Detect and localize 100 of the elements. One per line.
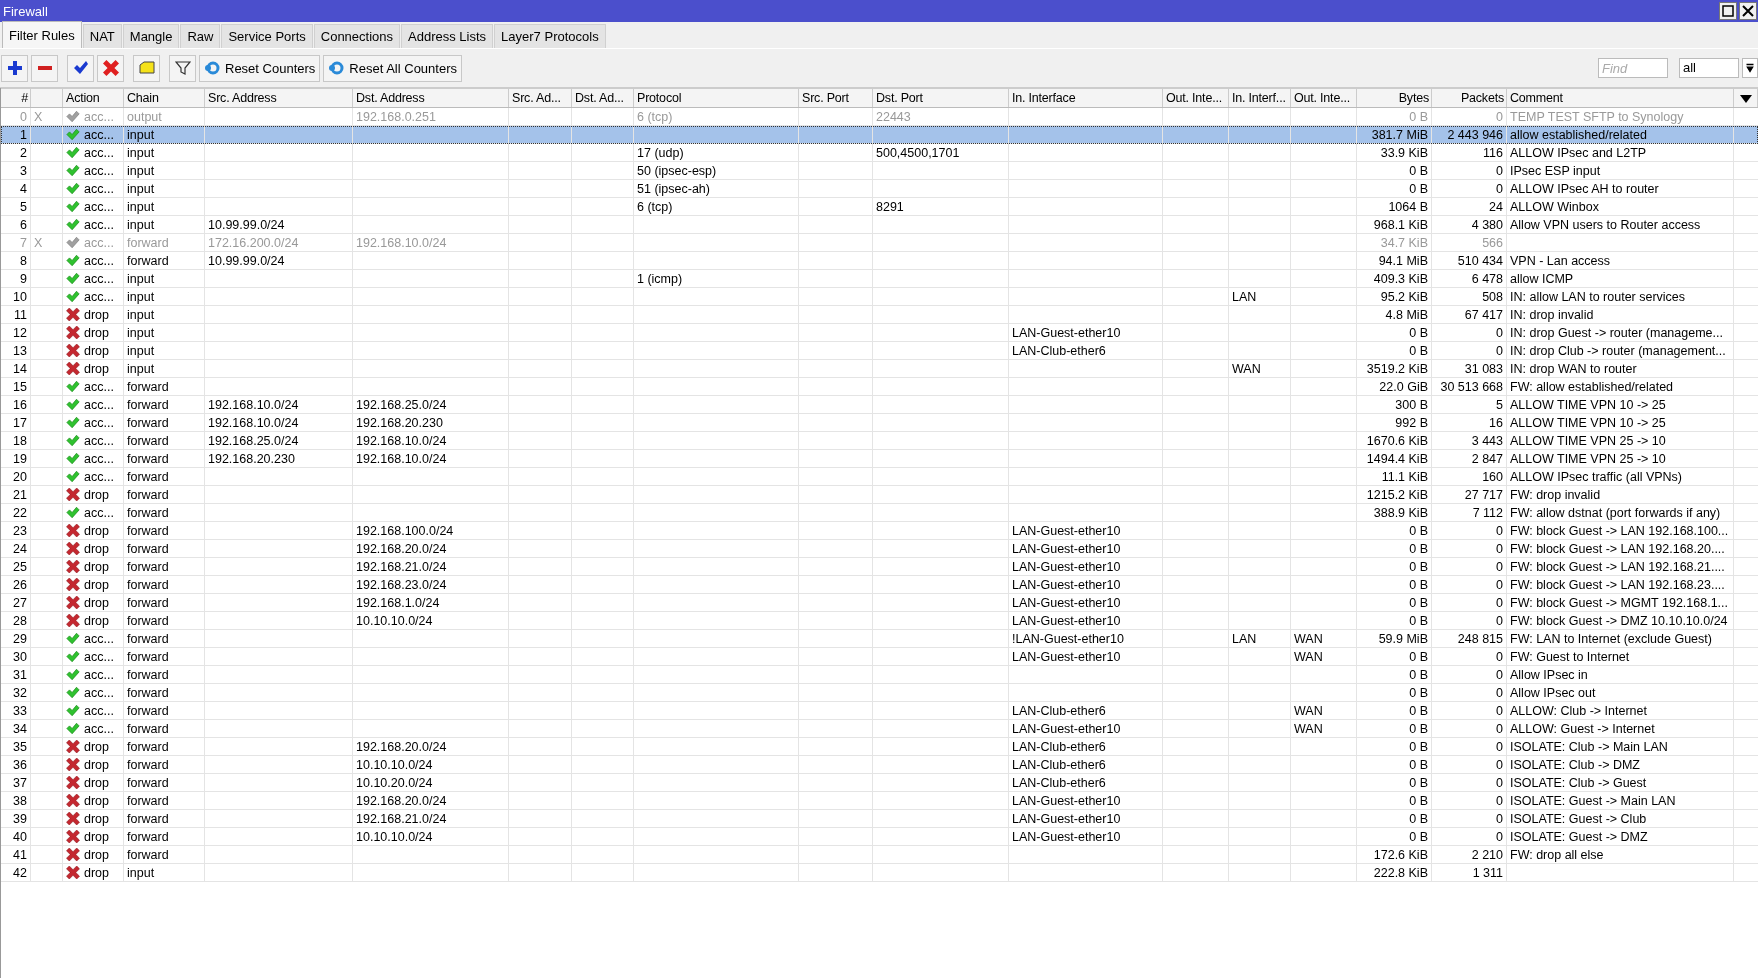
table-cell: forward (124, 846, 205, 863)
column-header[interactable]: Bytes (1357, 89, 1432, 107)
table-cell: LAN-Guest-ether10 (1009, 324, 1163, 341)
table-cell: 9 (1, 270, 31, 287)
close-icon[interactable] (1739, 2, 1757, 20)
tab[interactable]: Mangle (122, 24, 180, 48)
table-cell: 3519.2 KiB (1357, 360, 1432, 377)
table-cell: forward (124, 252, 205, 269)
table-cell: forward (124, 522, 205, 539)
table-cell: drop (84, 307, 110, 322)
column-header[interactable]: Comment (1507, 89, 1734, 107)
column-header[interactable]: Dst. Address (353, 89, 509, 107)
check-icon (66, 218, 80, 231)
table-cell: 17 (1, 414, 31, 431)
reset-counters-button[interactable]: Reset All Counters (323, 54, 462, 82)
table-cell: acc... (84, 199, 114, 214)
table-cell: drop (84, 559, 110, 574)
check-icon (66, 632, 80, 645)
table-cell: 3 443 (1432, 432, 1507, 449)
table-cell: LAN-Guest-ether10 (1009, 648, 1163, 665)
table-cell: forward (124, 504, 205, 521)
cross-icon (66, 596, 80, 609)
tab[interactable]: Address Lists (401, 24, 494, 48)
table-cell: 0 (1432, 162, 1507, 179)
column-header[interactable]: Dst. Port (873, 89, 1009, 107)
add-button[interactable] (1, 54, 28, 82)
disable-button[interactable] (97, 54, 124, 82)
tab[interactable]: Filter Rules (2, 21, 82, 48)
column-header[interactable]: Dst. Ad... (572, 89, 634, 107)
column-header[interactable]: Action (63, 89, 124, 107)
table-cell: forward (124, 774, 205, 791)
tab[interactable]: Service Ports (221, 24, 313, 48)
maximize-icon[interactable] (1719, 2, 1737, 20)
table-cell: 42 (1, 864, 31, 881)
table-cell: drop (84, 739, 110, 754)
tab[interactable]: Raw (180, 24, 221, 48)
table-cell: input (124, 198, 205, 215)
tab[interactable]: Layer7 Protocols (494, 24, 606, 48)
table-cell: 1 (1, 126, 31, 143)
table-cell: forward (124, 432, 205, 449)
table-cell: WAN (1291, 720, 1357, 737)
tab[interactable]: NAT (82, 24, 122, 48)
table-cell: 94.1 MiB (1357, 252, 1432, 269)
table-cell: forward (124, 756, 205, 773)
cross-icon (66, 308, 80, 321)
column-header[interactable]: In. Interface (1009, 89, 1163, 107)
table-cell: acc... (84, 271, 114, 286)
column-header[interactable]: Src. Port (799, 89, 873, 107)
table-cell: 172.16.200.0/24 (205, 234, 353, 251)
table-cell: 0 (1432, 648, 1507, 665)
table-cell: Allow IPsec out (1507, 684, 1734, 701)
column-header[interactable]: Packets (1432, 89, 1507, 107)
table-cell: 0 B (1357, 648, 1432, 665)
table-cell: 992 B (1357, 414, 1432, 431)
column-header[interactable]: Chain (124, 89, 205, 107)
table-cell: 0 (1432, 342, 1507, 359)
table-cell: 0 (1432, 720, 1507, 737)
table-cell: 192.168.10.0/24 (353, 450, 509, 467)
enable-button[interactable] (67, 54, 94, 82)
table-cell: forward (124, 396, 205, 413)
column-header[interactable]: Out. Inte... (1163, 89, 1229, 107)
find-field[interactable]: Find (1598, 58, 1668, 78)
window-title: Firewall (2, 3, 48, 19)
check-icon (66, 254, 80, 267)
table-cell: 21 (1, 486, 31, 503)
reset-icon (204, 60, 220, 76)
cross-icon (66, 488, 80, 501)
column-header[interactable]: In. Interf... (1229, 89, 1291, 107)
table-cell: drop (84, 829, 110, 844)
column-header[interactable]: Protocol (634, 89, 799, 107)
column-header[interactable]: Src. Address (205, 89, 353, 107)
column-header[interactable]: Out. Inte... (1291, 89, 1357, 107)
table-cell: FW: drop invalid (1507, 486, 1734, 503)
table-cell: 27 (1, 594, 31, 611)
check-icon (66, 380, 80, 393)
check-icon (66, 416, 80, 429)
column-header[interactable]: Src. Ad... (509, 89, 572, 107)
table-cell: acc... (84, 721, 114, 736)
table-cell: 510 434 (1432, 252, 1507, 269)
reset-counters-button[interactable]: Reset Counters (199, 54, 321, 82)
table-cell: forward (124, 378, 205, 395)
table-cell: 192.168.100.0/24 (353, 522, 509, 539)
table-cell: forward (124, 576, 205, 593)
download-icon[interactable] (1742, 58, 1758, 78)
reset-icon (328, 60, 345, 76)
table-cell: acc... (84, 235, 114, 250)
filter-dropdown[interactable]: all (1679, 58, 1739, 78)
tab[interactable]: Connections (313, 24, 401, 48)
table-cell: 968.1 KiB (1357, 216, 1432, 233)
table-cell: LAN (1229, 288, 1291, 305)
table-cell: 192.168.20.230 (205, 450, 353, 467)
remove-button[interactable] (31, 54, 58, 82)
column-header[interactable]: # (1, 89, 31, 107)
table-cell: acc... (84, 145, 114, 160)
table-cell: 38 (1, 792, 31, 809)
table-cell: 0 B (1357, 324, 1432, 341)
dropdown-icon[interactable] (1740, 95, 1752, 103)
filter-button[interactable] (169, 54, 196, 82)
comment-button[interactable] (133, 54, 160, 82)
table-cell: 192.168.10.0/24 (353, 234, 509, 251)
